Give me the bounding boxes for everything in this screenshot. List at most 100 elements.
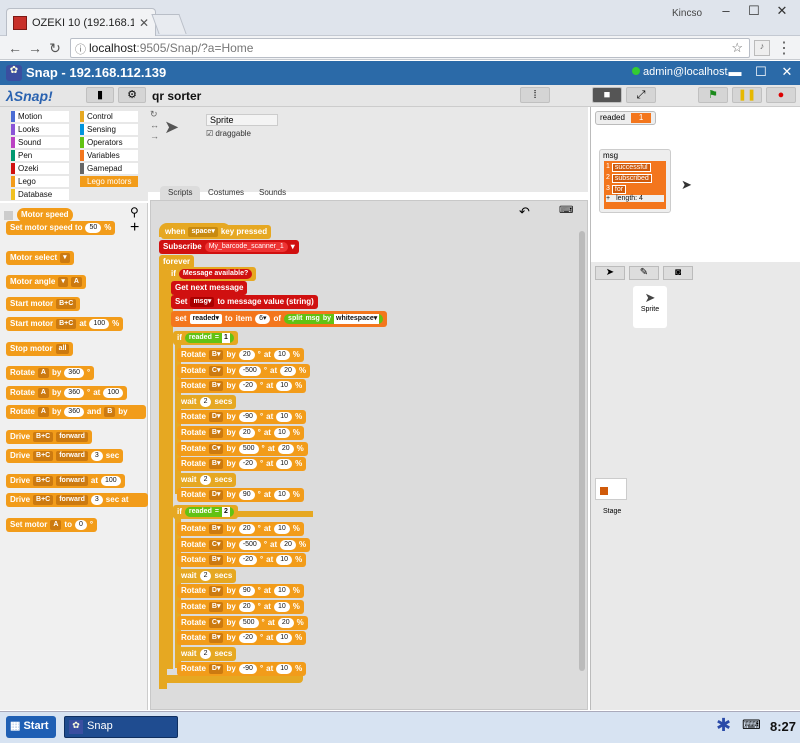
block-if-readed-1[interactable]: if readed = 1 bbox=[173, 331, 238, 345]
undo-icon[interactable]: ↶ bbox=[519, 204, 530, 220]
block-rotate-and[interactable]: Rotate Aby 360 and Bby bbox=[6, 405, 146, 419]
category-sound[interactable]: Sound bbox=[11, 137, 69, 148]
tab-scripts[interactable]: Scripts bbox=[160, 186, 201, 200]
add-block-icon[interactable]: + bbox=[130, 219, 139, 237]
block-rotate[interactable]: Rotate B▾ by 20 ° at 10% bbox=[177, 426, 304, 440]
block-rotate-at[interactable]: Rotate Aby 360 ° at 100 bbox=[6, 386, 127, 400]
block-drive-sec-at[interactable]: Drive B+C forward 3 sec at bbox=[6, 493, 148, 507]
block-rotate[interactable]: Rotate C▾ by 500 ° at 20% bbox=[177, 441, 308, 456]
block-wait[interactable]: wait 2 secs bbox=[177, 568, 237, 583]
block-wait[interactable]: wait 2 secs bbox=[177, 646, 237, 661]
minimize-icon[interactable]: – bbox=[714, 3, 738, 23]
checkbox[interactable] bbox=[4, 210, 13, 220]
search-icon[interactable]: ⚲ bbox=[130, 205, 139, 219]
block-motor-angle[interactable]: Motor angle ▾ A bbox=[6, 275, 86, 289]
block-set-motor-speed[interactable]: Set motor speed to 50% bbox=[6, 221, 116, 235]
browser-menu-icon[interactable]: ⋮ bbox=[776, 38, 792, 58]
sprite-name-input[interactable]: Sprite bbox=[206, 114, 278, 126]
snap-close-icon[interactable]: ✕ bbox=[778, 64, 796, 80]
bookmark-star-icon[interactable]: ☆ bbox=[731, 40, 743, 56]
block-drive-at[interactable]: Drive B+C forward at 100 bbox=[6, 474, 125, 488]
close-window-icon[interactable]: ✕ bbox=[770, 3, 794, 23]
block-rotate[interactable]: Rotate C▾ by -500 ° at 20% bbox=[177, 363, 311, 378]
stage-size-icon[interactable]: ■ bbox=[592, 87, 622, 103]
block-rotate[interactable]: Rotate B▾ by 20 ° at 10% bbox=[177, 522, 304, 536]
close-tab-icon[interactable]: ✕ bbox=[139, 16, 149, 30]
category-control[interactable]: Control bbox=[80, 111, 138, 122]
category-lego-motors[interactable]: Lego motors bbox=[80, 176, 138, 187]
category-gamepad[interactable]: Gamepad bbox=[80, 163, 138, 174]
start-button[interactable]: ▦ Start bbox=[6, 716, 56, 738]
paint-brush-icon[interactable]: ✎ bbox=[629, 266, 659, 280]
scrollbar[interactable] bbox=[579, 231, 585, 671]
block-wait[interactable]: wait 2 secs bbox=[177, 394, 237, 409]
reload-icon[interactable]: ↻ bbox=[46, 39, 64, 57]
block-rotate[interactable]: Rotate D▾ by -90 ° at 10% bbox=[177, 662, 307, 677]
block-rotate[interactable]: Rotate B▾ by -20 ° at 10% bbox=[177, 457, 307, 472]
fullscreen-icon[interactable]: ⤢ bbox=[626, 87, 656, 103]
block-rotate[interactable]: Rotate B▾ by 20 ° at 10% bbox=[177, 600, 304, 614]
stage[interactable]: readed 1 msg 1 successful 2 subscribed 3 for… bbox=[590, 107, 800, 262]
category-lego[interactable]: Lego bbox=[11, 176, 69, 187]
block-wait[interactable]: wait 2 secs bbox=[177, 472, 237, 487]
block-rotate[interactable]: Rotate B▾ by -20 ° at 10% bbox=[177, 631, 307, 646]
pause-button[interactable]: ❚❚ bbox=[732, 87, 762, 103]
corral-sprite[interactable]: ➤ Sprite bbox=[633, 286, 667, 328]
block-if-readed-2[interactable]: if readed = 2 bbox=[173, 505, 238, 519]
draggable-checkbox[interactable]: ☑ draggable bbox=[206, 129, 251, 138]
snap-minimize-icon[interactable]: ▬ bbox=[726, 64, 744, 79]
category-ozeki[interactable]: Ozeki bbox=[11, 163, 69, 174]
category-motion[interactable]: Motion bbox=[11, 111, 69, 122]
readed-watcher[interactable]: readed 1 bbox=[595, 111, 657, 125]
snap-maximize-icon[interactable]: ☐ bbox=[752, 64, 770, 80]
block-rotate[interactable]: Rotate Aby 360 ° bbox=[6, 366, 95, 380]
footprints-icon[interactable]: ⁞ bbox=[520, 87, 550, 103]
block-start-motor-at[interactable]: Start motor B+C at 100% bbox=[6, 317, 124, 331]
block-rotate[interactable]: Rotate D▾ by 90 ° at 10% bbox=[177, 584, 304, 599]
stop-button[interactable]: ● bbox=[766, 87, 796, 103]
block-start-motor[interactable]: Start motor B+C bbox=[6, 297, 81, 311]
block-when-key-pressed[interactable]: when space▾ key pressed bbox=[161, 225, 272, 239]
category-looks[interactable]: Looks bbox=[11, 124, 69, 135]
block-set-motor[interactable]: Set motor Ato 0 ° bbox=[6, 518, 98, 532]
category-variables[interactable]: Variables bbox=[80, 150, 138, 161]
green-flag-button[interactable]: ⚑ bbox=[698, 87, 728, 103]
ozeki-robot-icon[interactable]: ✱ bbox=[716, 715, 731, 736]
category-database[interactable]: Database bbox=[11, 189, 69, 200]
add-turtle-sprite-icon[interactable]: ➤ bbox=[595, 266, 625, 280]
block-rotate[interactable]: Rotate C▾ by -500 ° at 20% bbox=[177, 537, 311, 552]
keyboard-tray-icon[interactable]: ⌨ bbox=[742, 717, 761, 733]
stage-sprite-icon[interactable]: ➤ bbox=[681, 177, 692, 193]
maximize-icon[interactable]: ☐ bbox=[742, 3, 766, 23]
file-menu-icon[interactable]: ▮ bbox=[86, 87, 114, 103]
block-drive-sec[interactable]: Drive B+C forward 3 sec bbox=[6, 449, 124, 463]
block-if-message[interactable]: if Message available? bbox=[167, 267, 257, 281]
block-rotate[interactable]: Rotate C▾ by 500 ° at 20% bbox=[177, 615, 308, 630]
tab-sounds[interactable]: Sounds bbox=[251, 186, 294, 200]
tab-costumes[interactable]: Costumes bbox=[200, 186, 252, 200]
browser-tab[interactable]: OZEKI 10 (192.168.112.1: ✕ bbox=[6, 8, 156, 36]
block-drive[interactable]: Drive B+C forward bbox=[6, 430, 92, 444]
block-get-next-message[interactable]: Get next message bbox=[171, 281, 248, 295]
block-set-readed[interactable]: set readed▾ to item 6▾ of split msg by whitespace… bbox=[171, 311, 388, 327]
extension-icon[interactable]: ♪ bbox=[754, 40, 770, 56]
keyboard-icon[interactable]: ⌨ bbox=[559, 205, 573, 216]
block-set-msg[interactable]: Set msg▾ to message value (string) bbox=[171, 295, 318, 309]
scripts-area[interactable]: ↶ ⌨ when space▾ key pressed Subscribe My_ba… bbox=[150, 200, 588, 710]
msg-list-watcher[interactable]: msg 1 successful 2 subscribed 3 for + length… bbox=[599, 149, 671, 213]
block-subscribe[interactable]: Subscribe My_barcode_scanner_1 ▾ bbox=[159, 240, 299, 254]
back-icon[interactable]: ← bbox=[6, 39, 24, 57]
block-rotate[interactable]: Rotate B▾ by -20 ° at 10% bbox=[177, 553, 307, 568]
snap-logo[interactable]: λSnap! bbox=[6, 88, 53, 104]
block-motor-select[interactable]: Motor select ▾ bbox=[6, 251, 74, 265]
settings-gear-icon[interactable]: ⚙ bbox=[118, 87, 146, 103]
stage-thumbnail[interactable] bbox=[595, 478, 627, 500]
block-rotate[interactable]: Rotate B▾ by 20 ° at 10% bbox=[177, 348, 304, 362]
block-rotate[interactable]: Rotate D▾ by -90 ° at 10% bbox=[177, 410, 307, 425]
category-sensing[interactable]: Sensing bbox=[80, 124, 138, 135]
block-motor-speed[interactable]: Motor speed bbox=[17, 208, 73, 222]
taskbar-snap-app[interactable]: ✿ Snap bbox=[64, 716, 178, 738]
category-operators[interactable]: Operators bbox=[80, 137, 138, 148]
block-rotate[interactable]: Rotate B▾ by -20 ° at 10% bbox=[177, 379, 307, 394]
url-input[interactable]: ⓘ localhost:9505/Snap/?a=Home ☆ bbox=[70, 38, 750, 58]
